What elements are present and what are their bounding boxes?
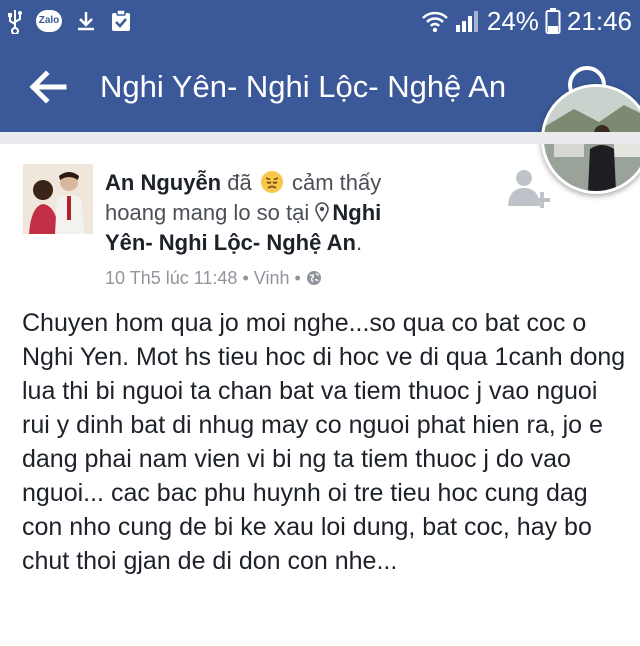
post-body: Chuyen hom qua jo moi nghe...so qua co b… [22, 306, 628, 578]
post-time-row: 10 Th5 lúc 11:48 • Vinh • [105, 266, 322, 290]
author-photo-icon [23, 164, 93, 234]
zalo-icon: Zalo [36, 10, 62, 32]
notification-icons: Zalo [6, 8, 132, 34]
back-button[interactable] [28, 69, 68, 105]
clock: 21:46 [566, 6, 632, 36]
author-name[interactable]: An Nguyễn [105, 170, 221, 195]
post-text: Chuyen hom qua jo moi nghe...so qua co b… [22, 309, 626, 575]
author-avatar[interactable] [23, 164, 93, 234]
page-title: Nghi Yên- Nghi Lộc- Nghệ An [100, 69, 507, 104]
location-short[interactable]: Vinh [254, 268, 290, 288]
content-divider [0, 132, 640, 144]
clipboard-check-icon [110, 9, 132, 33]
wifi-icon [421, 9, 449, 33]
globe-icon [306, 271, 321, 285]
place-period: . [355, 230, 363, 255]
battery-icon [545, 7, 561, 35]
add-friend-icon [508, 170, 550, 208]
post-meta: An Nguyễn đã cảm thấy hoang mang lo so t… [105, 168, 415, 258]
separator-dot: • [242, 268, 249, 288]
at-word: tại [286, 200, 310, 225]
location-pin-icon [315, 202, 330, 222]
worried-emoji-icon [260, 171, 283, 193]
verb-prefix: đã [227, 170, 252, 195]
timestamp[interactable]: 10 Th5 lúc 11:48 [105, 268, 237, 288]
add-friend-button[interactable] [506, 166, 554, 214]
separator-dot: • [294, 268, 301, 288]
signal-icon [455, 9, 481, 33]
download-icon [74, 9, 98, 33]
status-bar: Zalo 24% 21:46 [0, 0, 640, 42]
battery-percent: 24% [486, 6, 539, 36]
arrow-left-icon [29, 70, 67, 104]
usb-icon [6, 8, 24, 34]
system-status: 24% 21:46 [421, 6, 632, 36]
